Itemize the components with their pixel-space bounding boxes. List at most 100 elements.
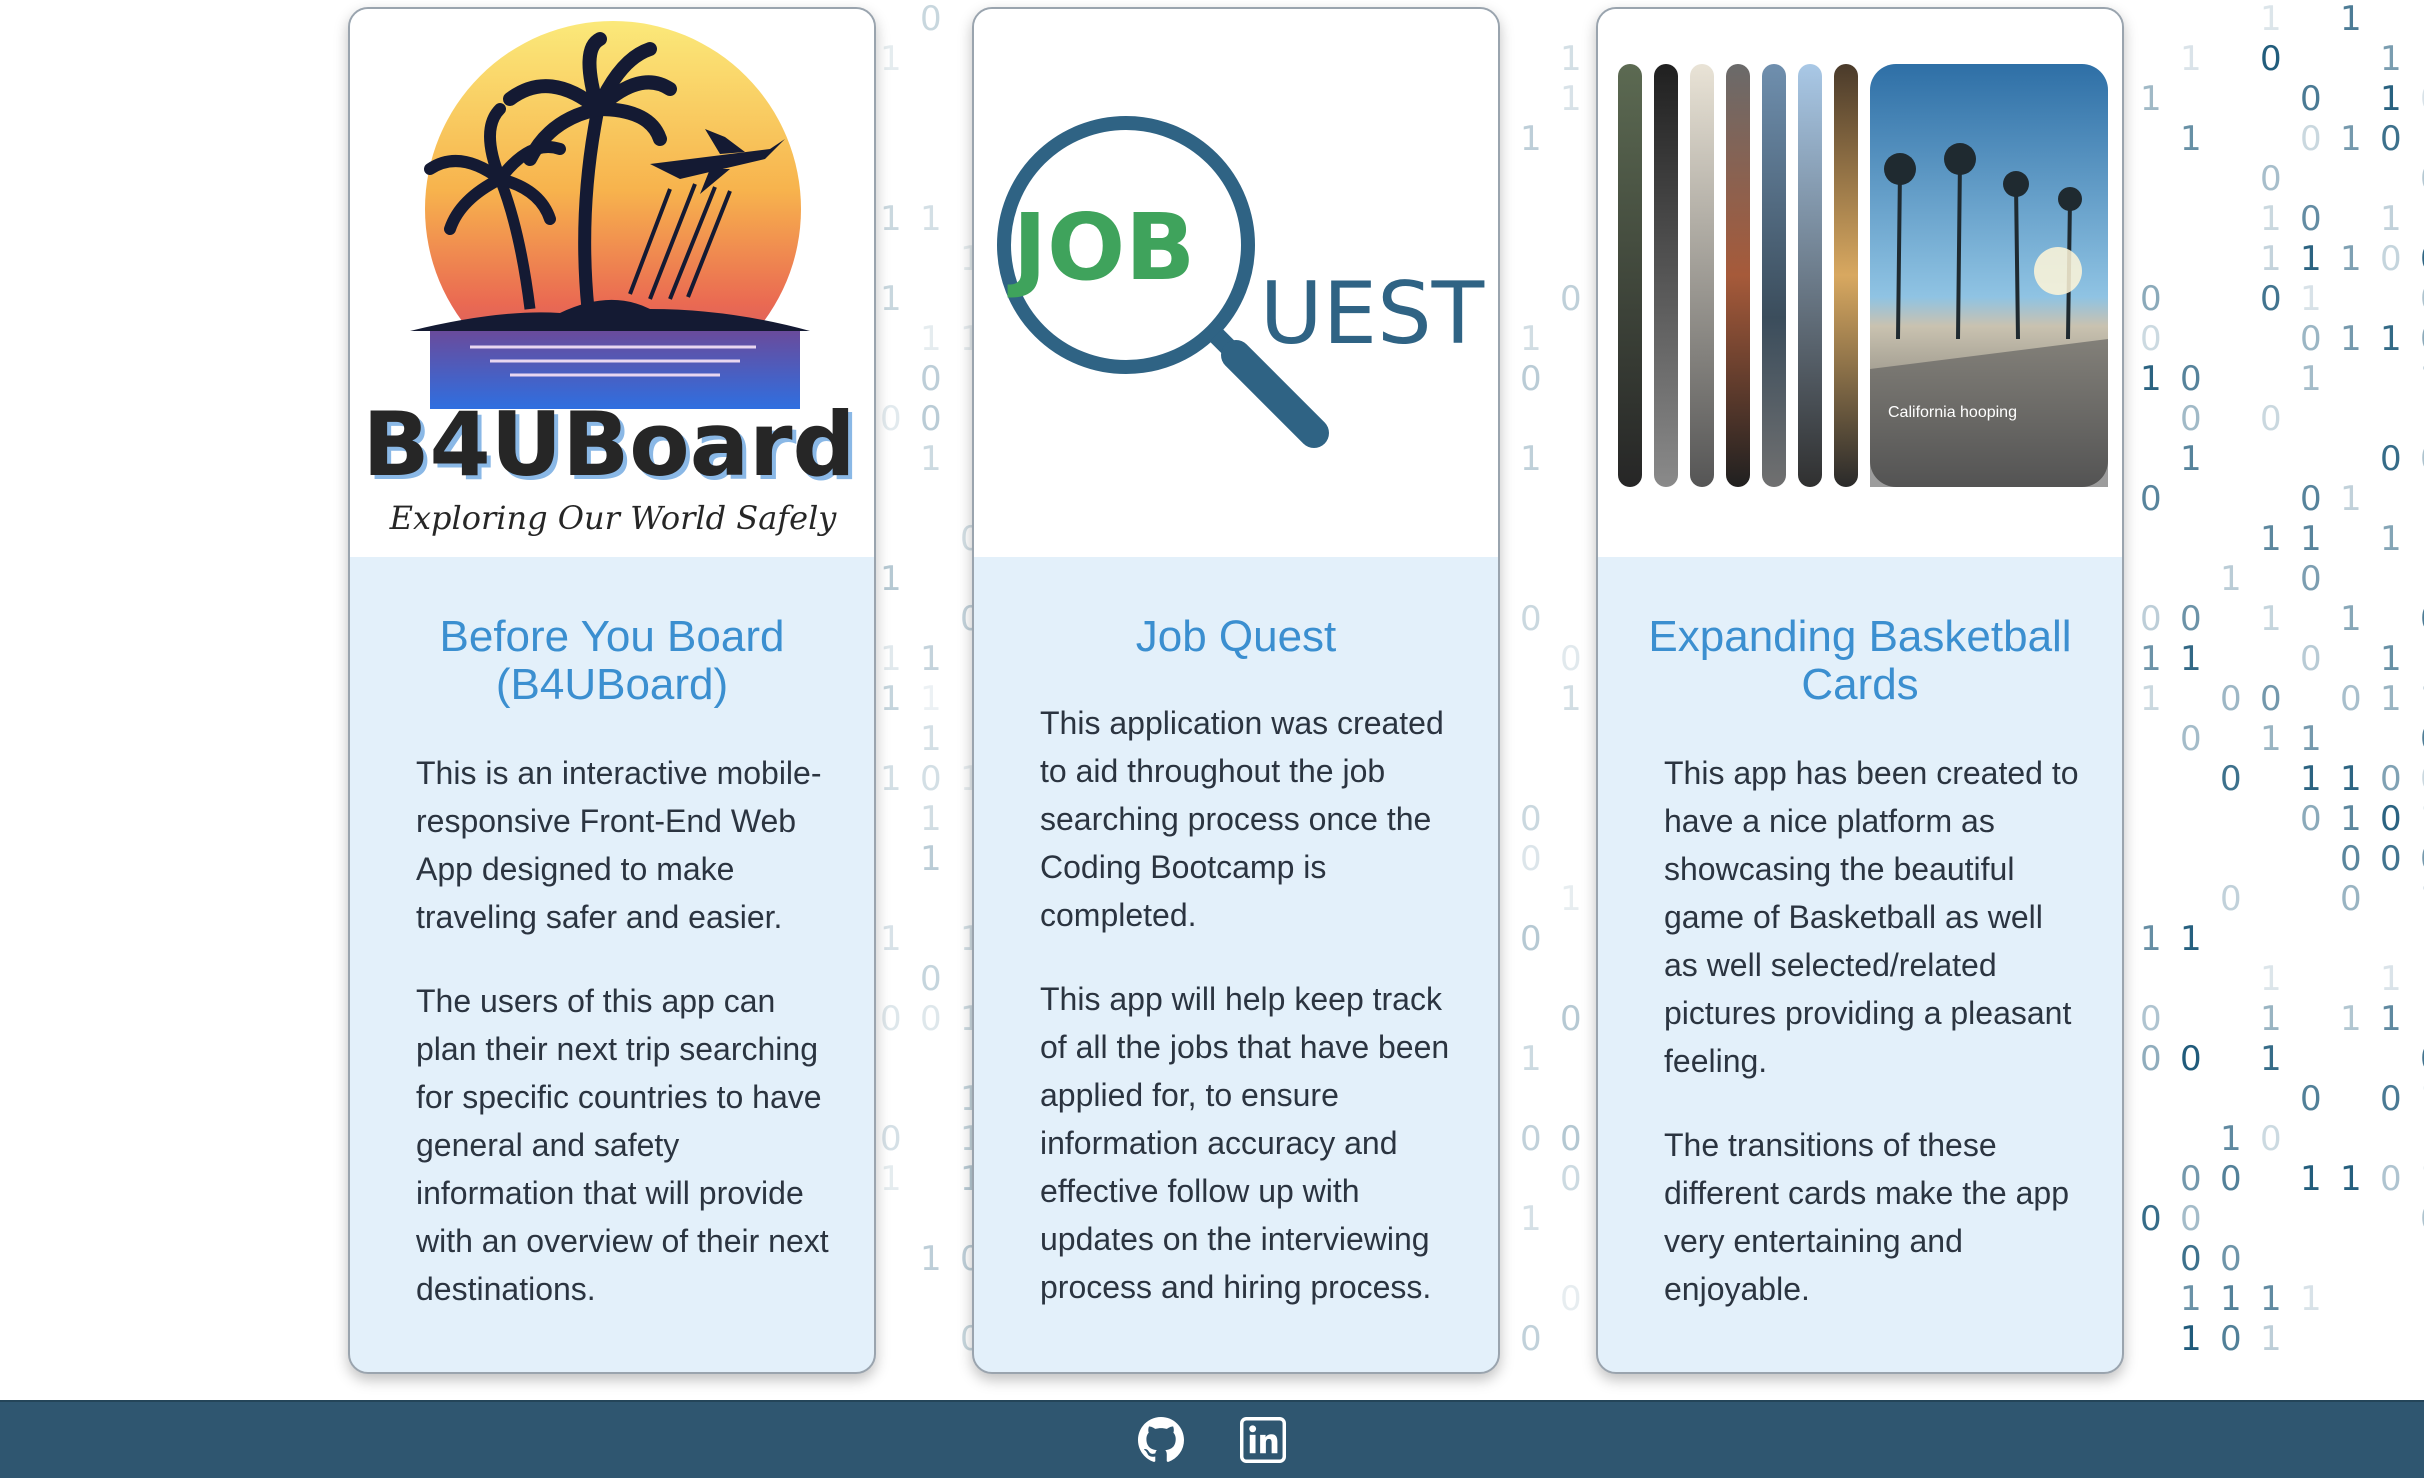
binary-digit: 0 [2380, 799, 2402, 839]
binary-digit: 0 [2420, 319, 2424, 359]
binary-digit: 0 [1520, 1319, 1542, 1359]
binary-digit: 1 [2380, 679, 2402, 719]
expanded-card-california-hooping[interactable]: California hooping [1870, 64, 2108, 487]
binary-digit: 0 [1560, 1119, 1582, 1159]
card-body: Expanding Basketball Cards This app has … [1598, 557, 2122, 1372]
b4uboard-logo-tagline: Exploring Our World Safely [389, 499, 838, 537]
collapsed-card-strip[interactable] [1654, 64, 1678, 487]
binary-digit: 1 [2340, 239, 2362, 279]
binary-digit: 0 [2260, 279, 2282, 319]
card-paragraph: This application was created to aid thro… [1040, 705, 1444, 933]
binary-digit: 0 [1520, 839, 1542, 879]
binary-digit: 0 [2220, 1319, 2242, 1359]
binary-digit: 1 [2180, 439, 2202, 479]
binary-digit: 1 [1520, 1039, 1542, 1079]
binary-digit: 1 [2300, 279, 2322, 319]
binary-digit: 0 [920, 759, 942, 799]
binary-digit: 1 [880, 39, 902, 79]
binary-digit: 1 [2340, 1159, 2362, 1199]
binary-digit: 0 [2420, 279, 2424, 319]
binary-digit: 1 [920, 839, 942, 879]
binary-digit: 0 [2340, 839, 2362, 879]
binary-digit: 1 [2420, 1159, 2424, 1199]
collapsed-card-strip[interactable] [1798, 64, 1822, 487]
binary-digit: 1 [2140, 359, 2162, 399]
binary-digit: 0 [2180, 1159, 2202, 1199]
binary-digit: 0 [2220, 759, 2242, 799]
binary-digit: 0 [1560, 1279, 1582, 1319]
binary-digit: 1 [2140, 639, 2162, 679]
project-card-b4uboard[interactable]: B4UBoard B4UBoard Exploring Our World Sa… [348, 7, 876, 1374]
binary-digit: 1 [880, 279, 902, 319]
binary-digit: 0 [2340, 879, 2362, 919]
binary-digit: 1 [2340, 599, 2362, 639]
binary-digit: 1 [2260, 1319, 2282, 1359]
binary-digit: 1 [2300, 1159, 2322, 1199]
binary-digit: 0 [920, 0, 942, 39]
binary-digit: 1 [2420, 359, 2424, 399]
binary-digit: 0 [2180, 359, 2202, 399]
binary-digit: 0 [2300, 79, 2322, 119]
binary-digit: 1 [920, 639, 942, 679]
collapsed-card-strip[interactable] [1690, 64, 1714, 487]
binary-digit: 0 [2420, 439, 2424, 479]
job-quest-logo-word-uest: UEST [1260, 264, 1485, 364]
binary-digit: 1 [2380, 999, 2402, 1039]
binary-digit: 1 [2420, 879, 2424, 919]
job-quest-logo[interactable]: JOB UEST [974, 9, 1498, 557]
binary-digit: 0 [2300, 1079, 2322, 1119]
binary-digit: 0 [2300, 119, 2322, 159]
binary-digit: 0 [2260, 679, 2282, 719]
binary-digit: 0 [920, 959, 942, 999]
binary-digit: 0 [2380, 839, 2402, 879]
github-icon[interactable] [1138, 1417, 1184, 1463]
card-description: This application was created to aid thro… [1040, 699, 1456, 1311]
binary-digit: 0 [2260, 39, 2282, 79]
binary-digit: 1 [2340, 479, 2362, 519]
binary-digit: 0 [1560, 1159, 1582, 1199]
collapsed-card-strip[interactable] [1726, 64, 1750, 487]
binary-digit: 1 [2260, 599, 2282, 639]
binary-digit: 1 [2140, 919, 2162, 959]
binary-digit: 0 [1560, 279, 1582, 319]
card-paragraph: The transitions of these different cards… [1664, 1127, 2069, 1307]
binary-digit: 1 [880, 679, 902, 719]
binary-digit: 1 [2300, 239, 2322, 279]
binary-digit: 0 [2180, 399, 2202, 439]
binary-digit: 0 [2380, 1079, 2402, 1119]
collapsed-card-strip[interactable] [1762, 64, 1786, 487]
binary-digit: 1 [1520, 319, 1542, 359]
project-card-job-quest[interactable]: JOB UEST Job Quest This application was … [972, 7, 1500, 1374]
binary-digit: 0 [2380, 239, 2402, 279]
binary-digit: 1 [880, 919, 902, 959]
binary-digit: 1 [1520, 119, 1542, 159]
basketball-cards-preview[interactable]: California hooping [1598, 9, 2122, 557]
collapsed-card-strip[interactable] [1834, 64, 1858, 487]
binary-digit: 1 [2180, 119, 2202, 159]
binary-digit: 1 [1560, 39, 1582, 79]
binary-digit: 0 [2300, 479, 2322, 519]
job-quest-logo-word-job: JOB [1007, 194, 1196, 301]
binary-digit: 0 [2220, 879, 2242, 919]
card-body: Job Quest This application was created t… [974, 557, 1498, 1372]
binary-digit: 0 [2140, 279, 2162, 319]
binary-digit: 1 [2420, 799, 2424, 839]
binary-digit: 0 [1560, 999, 1582, 1039]
binary-digit: 1 [1560, 679, 1582, 719]
binary-digit: 0 [2140, 1199, 2162, 1239]
binary-digit: 0 [1520, 799, 1542, 839]
binary-digit: 1 [1560, 879, 1582, 919]
b4uboard-logo[interactable]: B4UBoard B4UBoard Exploring Our World Sa… [350, 9, 874, 557]
project-card-basketball[interactable]: California hooping Expanding Basketball … [1596, 7, 2124, 1374]
binary-digit: 1 [920, 1239, 942, 1279]
linkedin-icon[interactable] [1240, 1417, 1287, 1464]
binary-digit: 0 [2300, 799, 2322, 839]
binary-digit: 1 [2380, 959, 2402, 999]
binary-digit: 1 [920, 719, 942, 759]
binary-digit: 0 [880, 1119, 902, 1159]
binary-digit: 0 [2300, 639, 2322, 679]
binary-digit: 1 [2380, 199, 2402, 239]
collapsed-card-strip[interactable] [1618, 64, 1642, 487]
binary-digit: 0 [2340, 679, 2362, 719]
binary-digit: 1 [2260, 719, 2282, 759]
